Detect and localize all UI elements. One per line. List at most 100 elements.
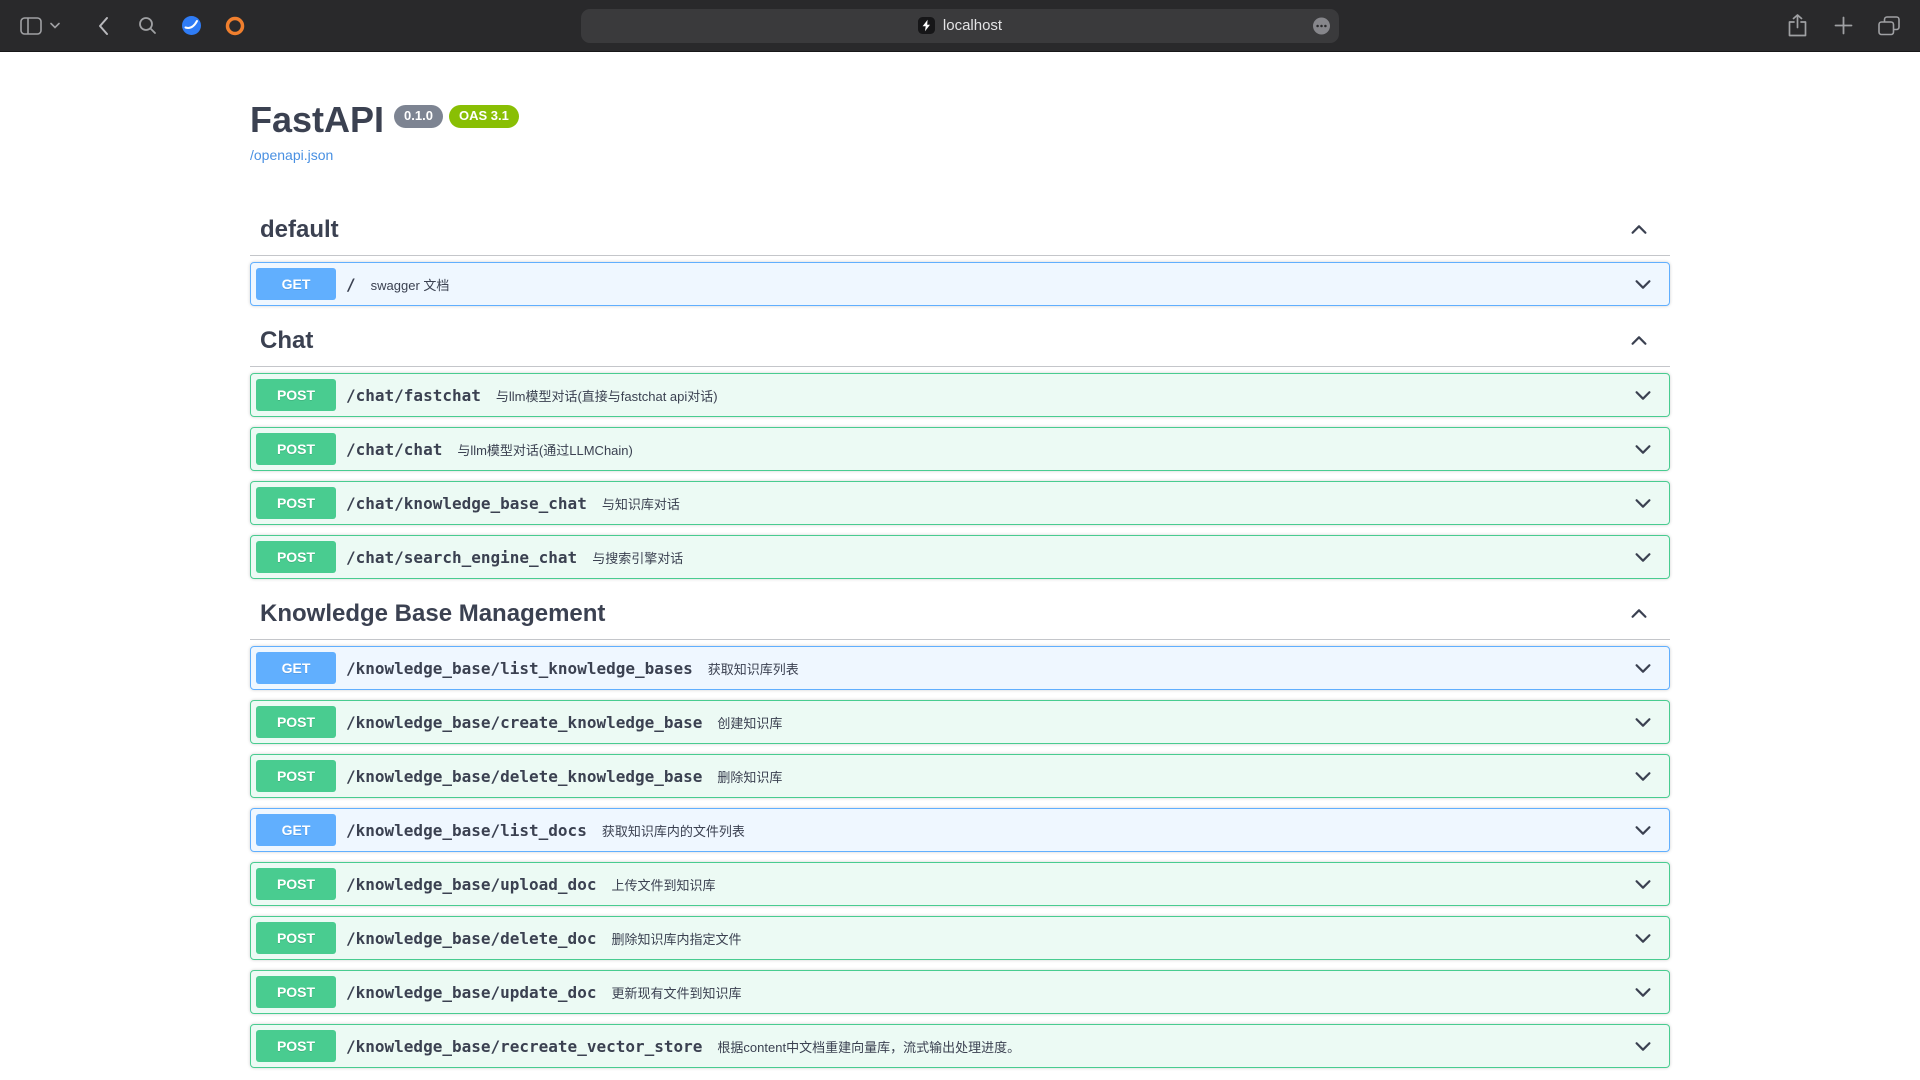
http-method-badge: POST bbox=[256, 379, 336, 411]
operation-row: POST /chat/fastchat 与llm模型对话(直接与fastchat… bbox=[250, 373, 1670, 417]
page-title: FastAPI bbox=[250, 98, 384, 141]
collapse-section-icon[interactable] bbox=[1628, 603, 1650, 625]
new-tab-icon[interactable] bbox=[1830, 13, 1856, 39]
endpoint-path: /knowledge_base/delete_knowledge_base bbox=[336, 767, 712, 786]
operation-row: POST /knowledge_base/upload_doc 上传文件到知识库 bbox=[250, 862, 1670, 906]
endpoint-path: /chat/knowledge_base_chat bbox=[336, 494, 597, 513]
endpoint-description: 上传文件到知识库 bbox=[611, 875, 1632, 894]
expand-operation-icon[interactable] bbox=[1632, 981, 1654, 1003]
operation-row: POST /knowledge_base/delete_knowledge_ba… bbox=[250, 754, 1670, 798]
operation-summary[interactable]: POST /knowledge_base/delete_knowledge_ba… bbox=[251, 755, 1669, 797]
openapi-spec-link[interactable]: /openapi.json bbox=[250, 147, 333, 163]
endpoint-description: 根据content中文档重建向量库，流式输出处理进度。 bbox=[717, 1037, 1632, 1056]
operation-summary[interactable]: POST /chat/fastchat 与llm模型对话(直接与fastchat… bbox=[251, 374, 1669, 416]
endpoint-description: swagger 文档 bbox=[371, 275, 1632, 294]
section-title: default bbox=[260, 215, 339, 245]
operation-summary[interactable]: POST /chat/search_engine_chat 与搜索引擎对话 bbox=[251, 536, 1669, 578]
tab-overview-icon[interactable] bbox=[1876, 13, 1902, 39]
expand-operation-icon[interactable] bbox=[1632, 711, 1654, 733]
expand-operation-icon[interactable] bbox=[1632, 384, 1654, 406]
section-header[interactable]: Chat bbox=[250, 316, 1670, 367]
operation-summary[interactable]: POST /chat/chat 与llm模型对话(通过LLMChain) bbox=[251, 428, 1669, 470]
expand-operation-icon[interactable] bbox=[1632, 927, 1654, 949]
endpoint-path: /knowledge_base/upload_doc bbox=[336, 875, 606, 894]
http-method-badge: POST bbox=[256, 487, 336, 519]
api-section: Chat POST /chat/fastchat 与llm模型对话(直接与fas… bbox=[250, 316, 1670, 579]
api-section: Knowledge Base Management GET /knowledge… bbox=[250, 589, 1670, 1068]
expand-operation-icon[interactable] bbox=[1632, 873, 1654, 895]
site-favicon bbox=[918, 17, 935, 34]
pinned-site-blue-icon[interactable] bbox=[178, 13, 204, 39]
endpoint-description: 删除知识库 bbox=[717, 767, 1632, 786]
operation-summary[interactable]: GET /knowledge_base/list_docs 获取知识库内的文件列… bbox=[251, 809, 1669, 851]
http-method-badge: POST bbox=[256, 868, 336, 900]
expand-operation-icon[interactable] bbox=[1632, 546, 1654, 568]
operation-summary[interactable]: POST /knowledge_base/upload_doc 上传文件到知识库 bbox=[251, 863, 1669, 905]
operation-list: GET / swagger 文档 bbox=[250, 262, 1670, 306]
sidebar-toggle-icon[interactable] bbox=[18, 13, 44, 39]
version-badge: 0.1.0 bbox=[394, 105, 443, 128]
http-method-badge: POST bbox=[256, 922, 336, 954]
operation-row: GET /knowledge_base/list_docs 获取知识库内的文件列… bbox=[250, 808, 1670, 852]
operation-summary[interactable]: GET /knowledge_base/list_knowledge_bases… bbox=[251, 647, 1669, 689]
oas-badge: OAS 3.1 bbox=[449, 105, 519, 128]
expand-operation-icon[interactable] bbox=[1632, 657, 1654, 679]
endpoint-description: 与llm模型对话(直接与fastchat api对话) bbox=[496, 386, 1632, 405]
endpoint-description: 与知识库对话 bbox=[602, 494, 1632, 513]
operation-summary[interactable]: POST /knowledge_base/update_doc 更新现有文件到知… bbox=[251, 971, 1669, 1013]
browser-toolbar: localhost bbox=[0, 0, 1920, 52]
endpoint-description: 删除知识库内指定文件 bbox=[611, 929, 1632, 948]
http-method-badge: POST bbox=[256, 541, 336, 573]
operation-row: POST /knowledge_base/recreate_vector_sto… bbox=[250, 1024, 1670, 1068]
collapse-section-icon[interactable] bbox=[1628, 219, 1650, 241]
endpoint-path: /knowledge_base/delete_doc bbox=[336, 929, 606, 948]
section-header[interactable]: Knowledge Base Management bbox=[250, 589, 1670, 640]
endpoint-description: 与搜索引擎对话 bbox=[592, 548, 1632, 567]
endpoint-description: 获取知识库列表 bbox=[708, 659, 1632, 678]
section-title: Knowledge Base Management bbox=[260, 599, 605, 629]
expand-operation-icon[interactable] bbox=[1632, 765, 1654, 787]
collapse-section-icon[interactable] bbox=[1628, 330, 1650, 352]
operation-summary[interactable]: POST /knowledge_base/create_knowledge_ba… bbox=[251, 701, 1669, 743]
operation-row: POST /chat/knowledge_base_chat 与知识库对话 bbox=[250, 481, 1670, 525]
endpoint-path: /chat/fastchat bbox=[336, 386, 491, 405]
section-header[interactable]: default bbox=[250, 205, 1670, 256]
endpoint-description: 创建知识库 bbox=[717, 713, 1632, 732]
endpoint-path: /knowledge_base/update_doc bbox=[336, 983, 606, 1002]
search-icon[interactable] bbox=[134, 13, 160, 39]
share-icon[interactable] bbox=[1784, 13, 1810, 39]
operation-row: POST /knowledge_base/delete_doc 删除知识库内指定… bbox=[250, 916, 1670, 960]
api-section: default GET / swagger 文档 bbox=[250, 205, 1670, 306]
pinned-site-orange-icon[interactable] bbox=[222, 13, 248, 39]
expand-operation-icon[interactable] bbox=[1632, 1035, 1654, 1057]
operation-row: GET / swagger 文档 bbox=[250, 262, 1670, 306]
operation-list: POST /chat/fastchat 与llm模型对话(直接与fastchat… bbox=[250, 373, 1670, 579]
endpoint-path: /knowledge_base/list_knowledge_bases bbox=[336, 659, 703, 678]
operation-list: GET /knowledge_base/list_knowledge_bases… bbox=[250, 646, 1670, 1068]
http-method-badge: GET bbox=[256, 268, 336, 300]
endpoint-path: /knowledge_base/recreate_vector_store bbox=[336, 1037, 712, 1056]
expand-operation-icon[interactable] bbox=[1632, 819, 1654, 841]
operation-summary[interactable]: POST /chat/knowledge_base_chat 与知识库对话 bbox=[251, 482, 1669, 524]
http-method-badge: POST bbox=[256, 760, 336, 792]
back-button-icon[interactable] bbox=[90, 13, 116, 39]
swagger-ui-page: FastAPI 0.1.0 OAS 3.1 /openapi.json defa… bbox=[0, 52, 1920, 1079]
operation-summary[interactable]: POST /knowledge_base/recreate_vector_sto… bbox=[251, 1025, 1669, 1067]
endpoint-path: /chat/chat bbox=[336, 440, 452, 459]
operation-row: POST /chat/chat 与llm模型对话(通过LLMChain) bbox=[250, 427, 1670, 471]
operation-summary[interactable]: GET / swagger 文档 bbox=[251, 263, 1669, 305]
sidebar-chevron-icon[interactable] bbox=[48, 13, 62, 39]
http-method-badge: POST bbox=[256, 1030, 336, 1062]
operation-row: POST /knowledge_base/update_doc 更新现有文件到知… bbox=[250, 970, 1670, 1014]
expand-operation-icon[interactable] bbox=[1632, 273, 1654, 295]
expand-operation-icon[interactable] bbox=[1632, 492, 1654, 514]
page-menu-icon[interactable] bbox=[1312, 16, 1331, 35]
expand-operation-icon[interactable] bbox=[1632, 438, 1654, 460]
operation-summary[interactable]: POST /knowledge_base/delete_doc 删除知识库内指定… bbox=[251, 917, 1669, 959]
url-bar[interactable]: localhost bbox=[581, 9, 1339, 43]
operation-row: POST /chat/search_engine_chat 与搜索引擎对话 bbox=[250, 535, 1670, 579]
endpoint-description: 更新现有文件到知识库 bbox=[611, 983, 1632, 1002]
endpoint-description: 与llm模型对话(通过LLMChain) bbox=[457, 440, 1632, 459]
http-method-badge: POST bbox=[256, 706, 336, 738]
endpoint-path: /knowledge_base/create_knowledge_base bbox=[336, 713, 712, 732]
